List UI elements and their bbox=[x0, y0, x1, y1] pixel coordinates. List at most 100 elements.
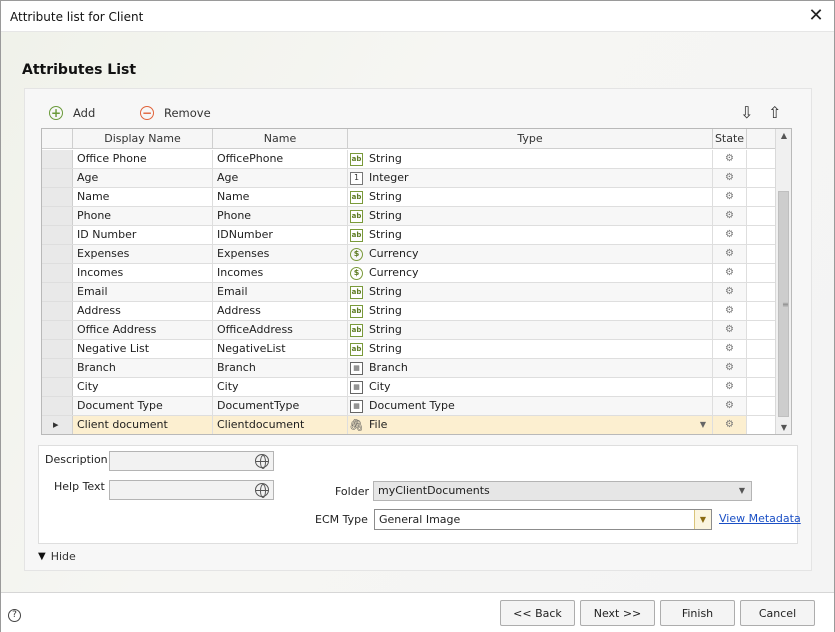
row-selector[interactable] bbox=[42, 169, 73, 187]
view-metadata-link[interactable]: View Metadata bbox=[719, 512, 801, 525]
row-selector[interactable] bbox=[42, 207, 73, 225]
cell-state[interactable]: ⚙ bbox=[713, 245, 747, 263]
cell-type[interactable]: ab String bbox=[348, 302, 713, 320]
table-row[interactable]: Name Name ab String ⚙ bbox=[42, 188, 777, 207]
cell-display-name[interactable]: City bbox=[73, 378, 213, 396]
cell-state[interactable]: ⚙ bbox=[713, 150, 747, 168]
cell-name[interactable]: IDNumber bbox=[213, 226, 348, 244]
close-icon[interactable]: ✕ bbox=[804, 4, 828, 28]
cell-name[interactable]: OfficeAddress bbox=[213, 321, 348, 339]
row-selector[interactable] bbox=[42, 188, 73, 206]
scroll-up-icon[interactable]: ▲ bbox=[776, 131, 791, 140]
cell-name[interactable]: City bbox=[213, 378, 348, 396]
cell-type[interactable]: ▦ Branch bbox=[348, 359, 713, 377]
cell-state[interactable]: ⚙ bbox=[713, 359, 747, 377]
cell-display-name[interactable]: Address bbox=[73, 302, 213, 320]
cancel-button[interactable]: Cancel bbox=[740, 600, 815, 626]
table-row[interactable]: Expenses Expenses $ Currency ⚙ bbox=[42, 245, 777, 264]
cell-type[interactable]: ab String bbox=[348, 226, 713, 244]
cell-type[interactable]: $ Currency bbox=[348, 264, 713, 282]
cell-name[interactable]: Age bbox=[213, 169, 348, 187]
cell-name[interactable]: Expenses bbox=[213, 245, 348, 263]
cell-state[interactable]: ⚙ bbox=[713, 378, 747, 396]
cell-type[interactable]: ab String bbox=[348, 283, 713, 301]
table-row[interactable]: Email Email ab String ⚙ bbox=[42, 283, 777, 302]
table-row[interactable]: Client documentClientdocument🖇 File ▼ ⚙ bbox=[42, 416, 777, 434]
remove-button[interactable]: − Remove bbox=[140, 104, 211, 122]
row-selector[interactable] bbox=[42, 150, 73, 168]
cell-display-name[interactable]: Negative List bbox=[73, 340, 213, 358]
row-selector[interactable] bbox=[42, 283, 73, 301]
cell-display-name[interactable]: Expenses bbox=[73, 245, 213, 263]
table-row[interactable]: Negative List NegativeList ab String ⚙ bbox=[42, 340, 777, 359]
cell-type[interactable]: $ Currency bbox=[348, 245, 713, 263]
cell-state[interactable]: ⚙ bbox=[713, 188, 747, 206]
cell-type[interactable]: ab String bbox=[348, 321, 713, 339]
table-row[interactable]: Branch Branch ▦ Branch ⚙ bbox=[42, 359, 777, 378]
cell-state[interactable]: ⚙ bbox=[713, 302, 747, 320]
chevron-down-icon[interactable]: ▼ bbox=[700, 416, 706, 434]
table-row[interactable]: Document Type DocumentType ▦ Document Type ⚙ bbox=[42, 397, 777, 416]
cell-state[interactable]: ⚙ bbox=[713, 397, 747, 415]
cell-type[interactable]: ab String bbox=[348, 150, 713, 168]
cell-name[interactable]: Branch bbox=[213, 359, 348, 377]
table-row[interactable]: ID Number IDNumber ab String ⚙ bbox=[42, 226, 777, 245]
cell-name[interactable]: Email bbox=[213, 283, 348, 301]
cell-type[interactable]: 🖇 File ▼ bbox=[348, 416, 713, 434]
cell-display-name[interactable]: Phone bbox=[73, 207, 213, 225]
cell-state[interactable]: ⚙ bbox=[713, 207, 747, 225]
cell-state[interactable]: ⚙ bbox=[713, 340, 747, 358]
table-row[interactable]: Address Address ab String ⚙ bbox=[42, 302, 777, 321]
cell-display-name[interactable]: Office Address bbox=[73, 321, 213, 339]
row-selector[interactable] bbox=[42, 321, 73, 339]
cell-name[interactable]: Phone bbox=[213, 207, 348, 225]
cell-display-name[interactable]: Office Phone bbox=[73, 150, 213, 168]
header-state[interactable]: State bbox=[713, 129, 747, 148]
row-selector[interactable] bbox=[42, 397, 73, 415]
cell-type[interactable]: 1 Integer bbox=[348, 169, 713, 187]
hide-toggle[interactable]: ▼ Hide bbox=[38, 550, 76, 563]
cell-state[interactable]: ⚙ bbox=[713, 264, 747, 282]
add-button[interactable]: + Add bbox=[49, 104, 95, 122]
help-icon[interactable]: ? bbox=[8, 609, 21, 622]
row-selector[interactable] bbox=[42, 226, 73, 244]
cell-type[interactable]: ▦ Document Type bbox=[348, 397, 713, 415]
cell-display-name[interactable]: Incomes bbox=[73, 264, 213, 282]
header-name[interactable]: Name bbox=[213, 129, 348, 148]
description-input[interactable] bbox=[109, 451, 274, 471]
scroll-thumb[interactable]: ≡ bbox=[778, 191, 789, 417]
vertical-scrollbar[interactable]: ▲ ≡ ▼ bbox=[775, 129, 791, 434]
cell-name[interactable]: Incomes bbox=[213, 264, 348, 282]
table-row[interactable]: Office Phone OfficePhone ab String ⚙ bbox=[42, 150, 777, 169]
cell-name[interactable]: NegativeList bbox=[213, 340, 348, 358]
cell-name[interactable]: Address bbox=[213, 302, 348, 320]
cell-display-name[interactable]: Branch bbox=[73, 359, 213, 377]
cell-state[interactable]: ⚙ bbox=[713, 416, 747, 434]
help-text-input[interactable] bbox=[109, 480, 274, 500]
cell-type[interactable]: ab String bbox=[348, 207, 713, 225]
table-row[interactable]: Age Age 1 Integer ⚙ bbox=[42, 169, 777, 188]
header-display-name[interactable]: Display Name bbox=[73, 129, 213, 148]
row-selector[interactable] bbox=[42, 416, 73, 434]
row-selector[interactable] bbox=[42, 378, 73, 396]
scroll-down-icon[interactable]: ▼ bbox=[776, 423, 791, 432]
table-row[interactable]: Incomes Incomes $ Currency ⚙ bbox=[42, 264, 777, 283]
cell-type[interactable]: ab String bbox=[348, 188, 713, 206]
cell-type[interactable]: ab String bbox=[348, 340, 713, 358]
cell-state[interactable]: ⚙ bbox=[713, 169, 747, 187]
globe-icon[interactable] bbox=[255, 454, 269, 469]
cell-name[interactable]: DocumentType bbox=[213, 397, 348, 415]
row-selector[interactable] bbox=[42, 340, 73, 358]
folder-select[interactable]: myClientDocuments ▼ bbox=[373, 481, 752, 501]
row-selector[interactable] bbox=[42, 302, 73, 320]
move-down-icon[interactable]: ⇩ bbox=[740, 103, 753, 122]
cell-display-name[interactable]: ID Number bbox=[73, 226, 213, 244]
dropdown-arrow-icon[interactable]: ▼ bbox=[694, 510, 711, 529]
table-row[interactable]: City City ▦ City ⚙ bbox=[42, 378, 777, 397]
row-selector[interactable] bbox=[42, 264, 73, 282]
next-button[interactable]: Next >> bbox=[580, 600, 655, 626]
row-selector[interactable] bbox=[42, 245, 73, 263]
ecm-type-combo[interactable]: General Image ▼ bbox=[374, 509, 712, 530]
table-row[interactable]: Phone Phone ab String ⚙ bbox=[42, 207, 777, 226]
finish-button[interactable]: Finish bbox=[660, 600, 735, 626]
